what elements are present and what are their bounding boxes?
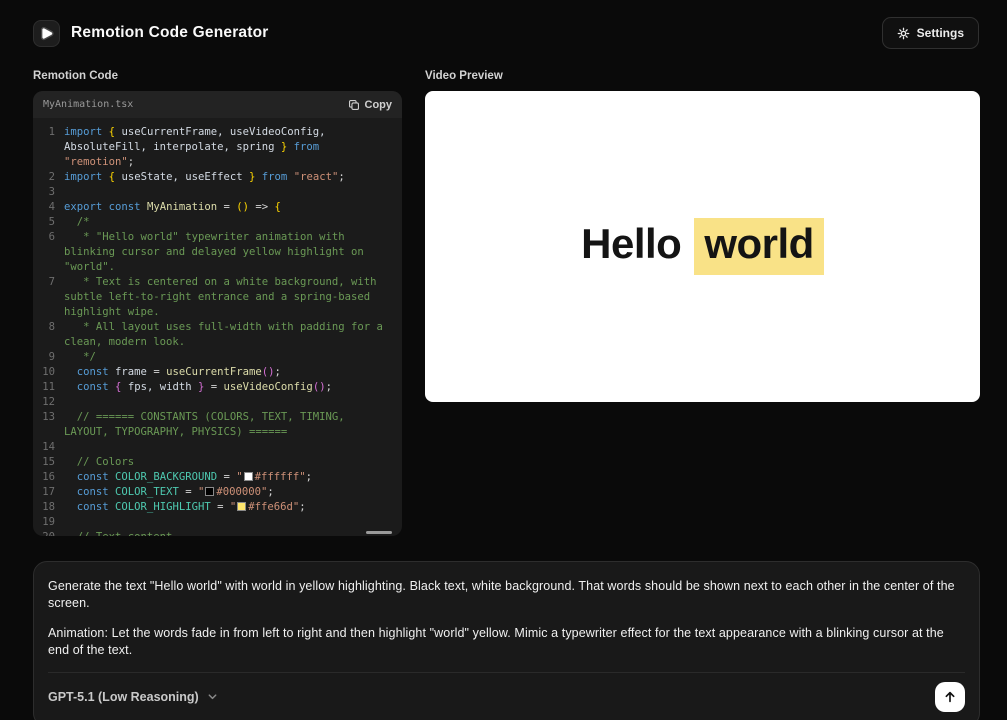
gear-icon [897, 27, 910, 40]
prompt-paragraph-2: Animation: Let the words fade in from le… [48, 625, 965, 659]
code-lines: 1import { useCurrentFrame, useVideoConfi… [33, 118, 402, 536]
video-preview: Hello world [425, 91, 980, 402]
code-line: 4export const MyAnimation = () => { [33, 200, 402, 215]
code-line: 5 /* [33, 215, 402, 230]
prompt-paragraph-1: Generate the text "Hello world" with wor… [48, 578, 965, 612]
color-swatch [237, 502, 246, 511]
horizontal-scrollbar[interactable] [366, 531, 392, 534]
code-line: 18 const COLOR_HIGHLIGHT = "#ffe66d"; [33, 500, 402, 515]
code-line: 17 const COLOR_TEXT = "#000000"; [33, 485, 402, 500]
code-line: 13 // ====== CONSTANTS (COLORS, TEXT, TI… [33, 410, 402, 440]
preview-highlight: world [694, 218, 824, 275]
code-line: 3 [33, 185, 402, 200]
code-line: 11 const { fps, width } = useVideoConfig… [33, 380, 402, 395]
settings-label: Settings [917, 26, 964, 40]
preview-text: Hello world [581, 218, 824, 275]
chevron-down-icon [207, 691, 218, 702]
prompt-controls: GPT-5.1 (Low Reasoning) [48, 673, 965, 718]
arrow-up-icon [943, 690, 957, 704]
code-line: 12 [33, 395, 402, 410]
prompt-composer: Generate the text "Hello world" with wor… [33, 561, 980, 720]
code-line: 14 [33, 440, 402, 455]
main-content: Remotion Code MyAnimation.tsx Copy [33, 70, 980, 536]
code-line: 8 * All layout uses full-width with padd… [33, 320, 402, 350]
preview-word-hello: Hello [581, 220, 681, 267]
code-editor: MyAnimation.tsx Copy 1import { useCurren… [33, 91, 402, 536]
app-window: Remotion Code Generator Settings Remotio… [0, 0, 1007, 720]
code-line: 2import { useState, useEffect } from "re… [33, 170, 402, 185]
submit-button[interactable] [935, 682, 965, 712]
code-section-label: Remotion Code [33, 70, 402, 82]
code-line: 16 const COLOR_BACKGROUND = "#ffffff"; [33, 470, 402, 485]
copy-button[interactable]: Copy [348, 99, 393, 111]
code-section: Remotion Code MyAnimation.tsx Copy [33, 70, 402, 536]
code-filename: MyAnimation.tsx [43, 99, 133, 110]
preview-section: Video Preview Hello world [425, 70, 980, 536]
code-line: 1import { useCurrentFrame, useVideoConfi… [33, 125, 402, 170]
prompt-input[interactable]: Generate the text "Hello world" with wor… [48, 578, 965, 659]
color-swatch [244, 472, 253, 481]
model-selector[interactable]: GPT-5.1 (Low Reasoning) [48, 690, 218, 704]
model-label: GPT-5.1 (Low Reasoning) [48, 690, 199, 704]
code-line: 15 // Colors [33, 455, 402, 470]
code-line: 19 [33, 515, 402, 530]
copy-label: Copy [365, 99, 393, 111]
code-line: 10 const frame = useCurrentFrame(); [33, 365, 402, 380]
color-swatch [205, 487, 214, 496]
code-line: 7 * Text is centered on a white backgrou… [33, 275, 402, 320]
preview-section-label: Video Preview [425, 70, 980, 82]
settings-button[interactable]: Settings [882, 17, 979, 49]
app-header: Remotion Code Generator Settings [0, 0, 1007, 49]
copy-icon [348, 99, 360, 111]
remotion-logo-icon [33, 20, 60, 47]
page-title: Remotion Code Generator [71, 24, 269, 42]
code-editor-header: MyAnimation.tsx Copy [33, 91, 402, 118]
code-line: 9 */ [33, 350, 402, 365]
code-line: 20 // Text content [33, 530, 402, 536]
code-line: 6 * "Hello world" typewriter animation w… [33, 230, 402, 275]
